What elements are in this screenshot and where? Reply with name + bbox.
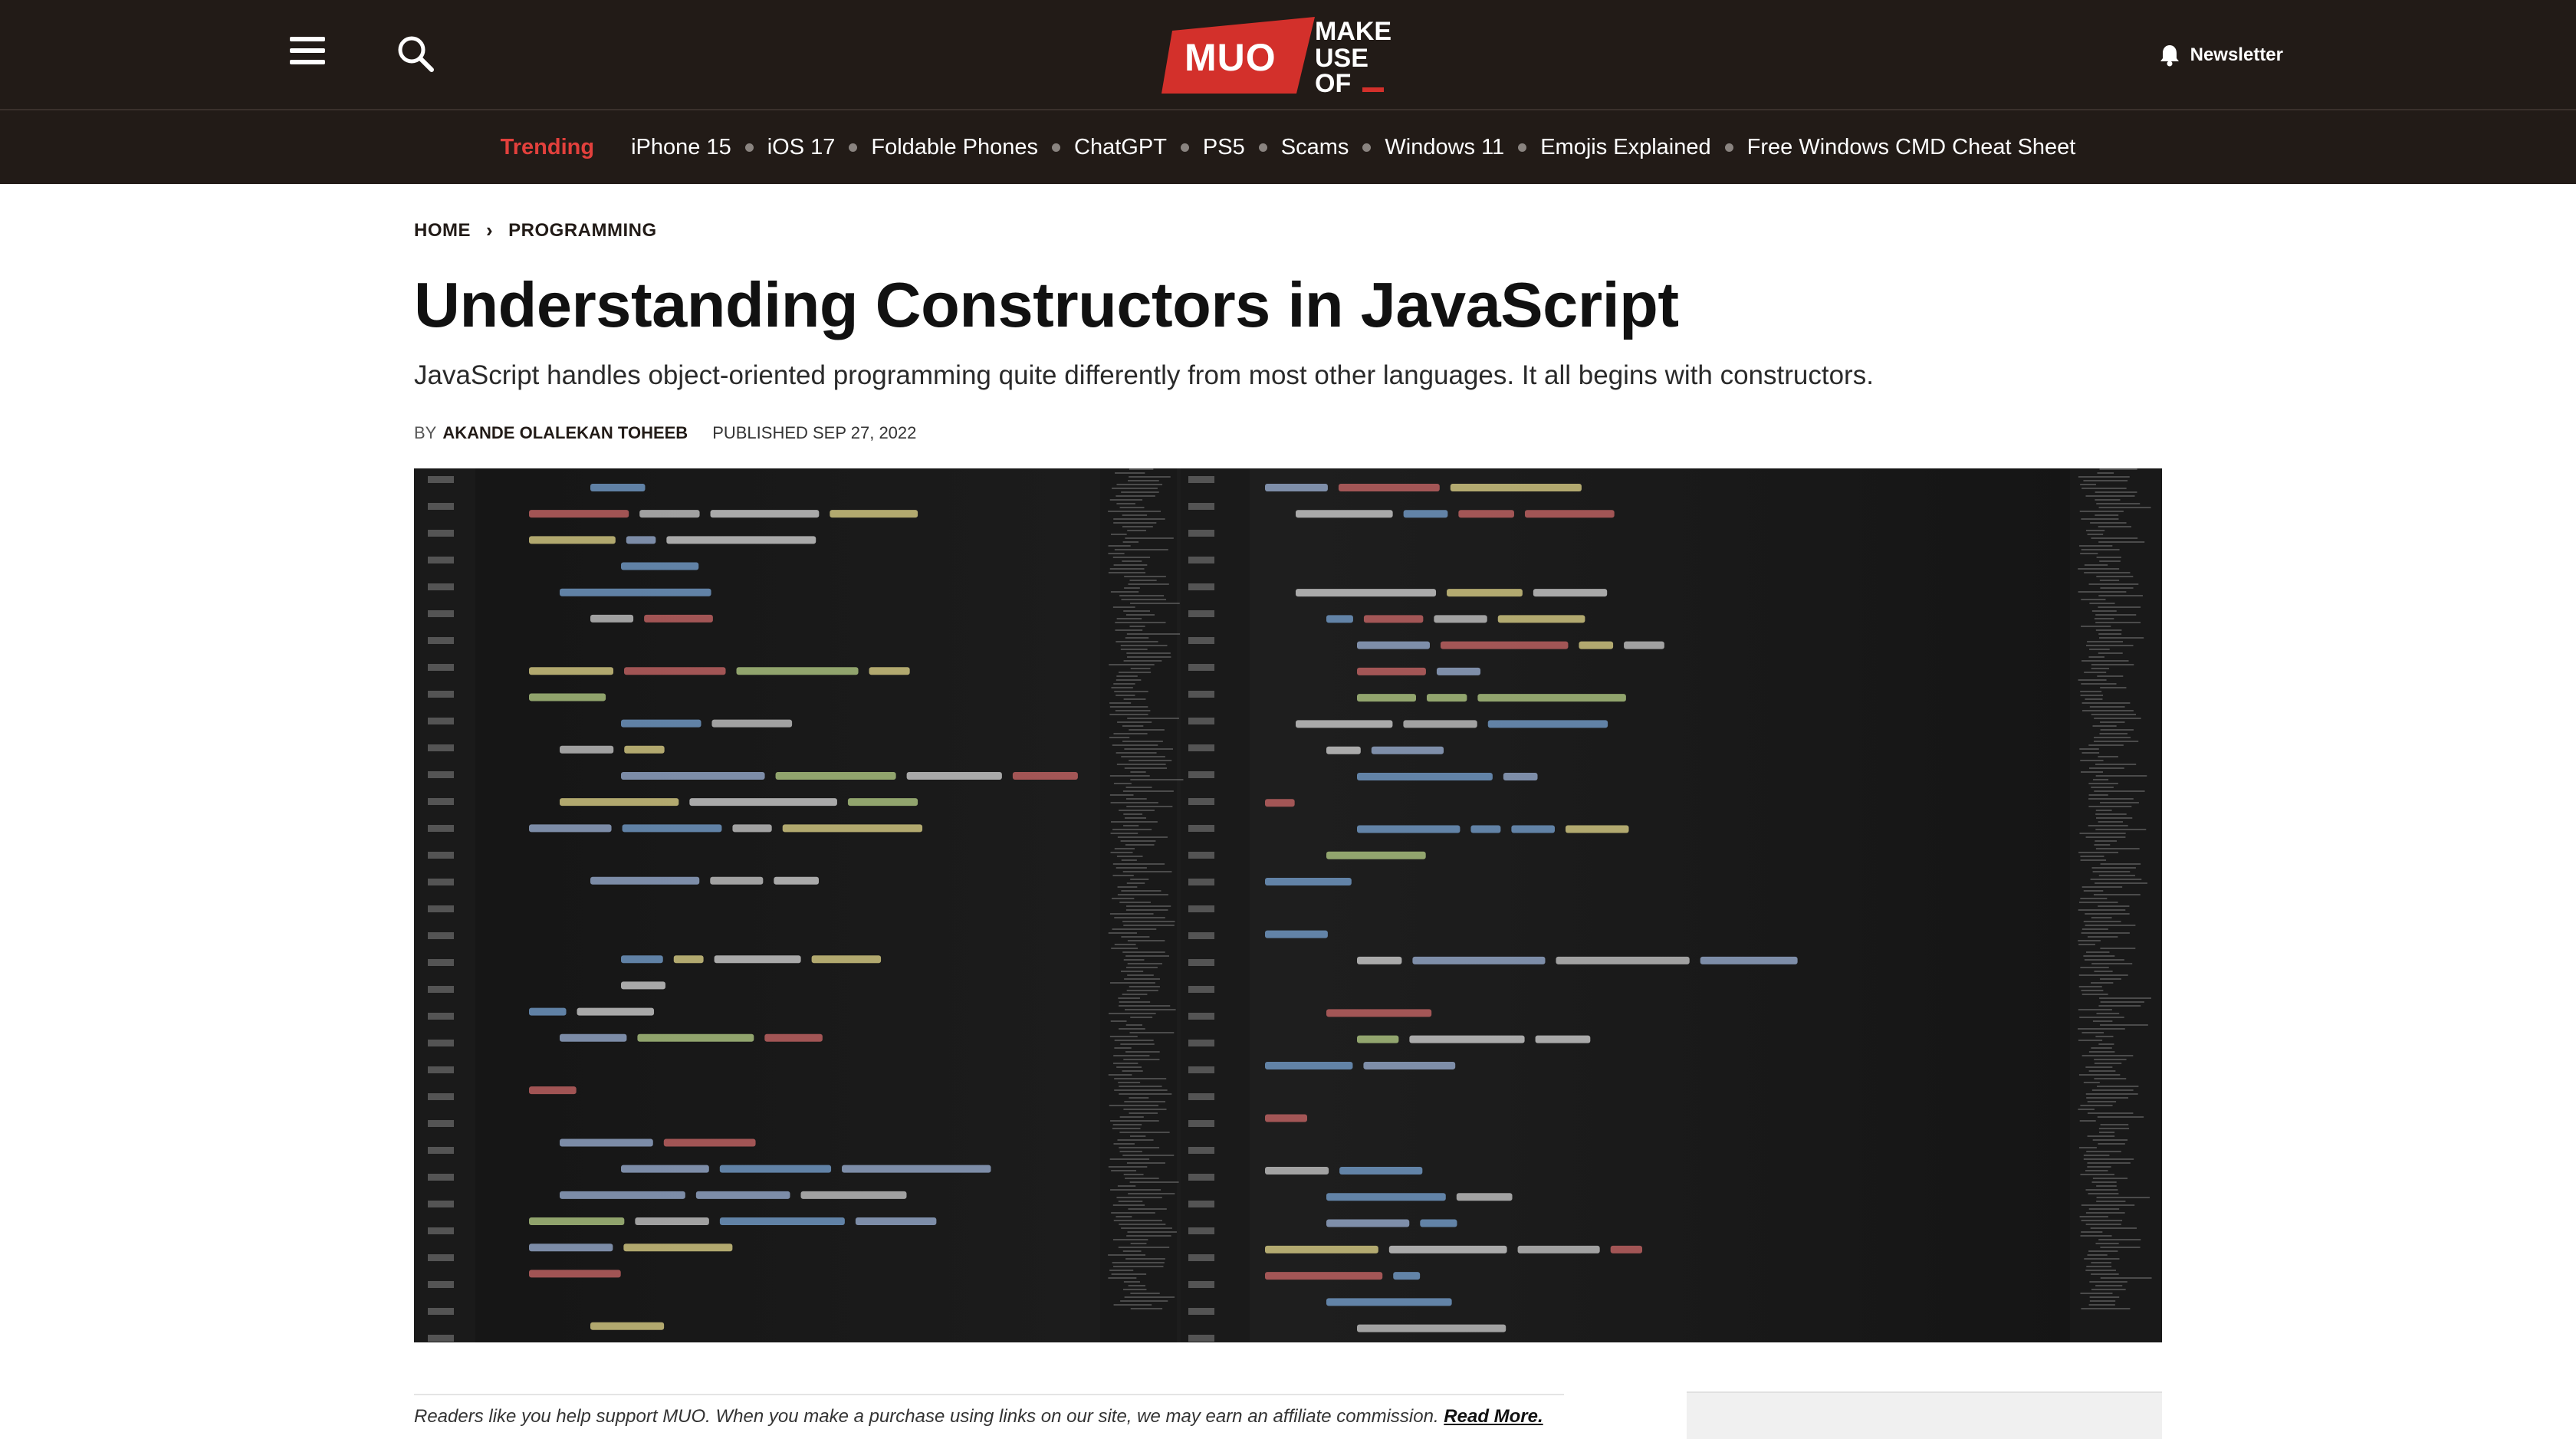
breadcrumb: HOME › PROGRAMMING xyxy=(414,218,657,242)
read-more-link[interactable]: Read More. xyxy=(1444,1406,1543,1427)
logo-muo-text: MUO xyxy=(1184,36,1276,79)
trending-link[interactable]: Foldable Phones xyxy=(871,135,1038,160)
hero-image xyxy=(414,468,2162,1342)
dot-separator xyxy=(1362,143,1372,152)
bell-icon xyxy=(2160,45,2179,67)
trending-bar: Trending iPhone 15 iOS 17 Foldable Phones C… xyxy=(0,110,2576,184)
dot-separator xyxy=(1518,143,1527,152)
trending-link[interactable]: Emojis Explained xyxy=(1540,135,1710,160)
menu-icon[interactable] xyxy=(290,37,325,71)
article-title: Understanding Constructors in JavaScript xyxy=(414,269,1679,340)
breadcrumb-category[interactable]: PROGRAMMING xyxy=(508,220,657,241)
dot-separator xyxy=(1724,143,1733,152)
chevron-right-icon: › xyxy=(486,218,494,241)
trending-link[interactable]: Free Windows CMD Cheat Sheet xyxy=(1747,135,2076,160)
dot-separator xyxy=(849,143,858,152)
trending-label: Trending xyxy=(500,134,595,159)
trending-list: iPhone 15 iOS 17 Foldable Phones ChatGPT PS5… xyxy=(631,135,2075,160)
dot-separator xyxy=(1052,143,1061,152)
newsletter-button[interactable]: Newsletter xyxy=(2160,40,2283,71)
divider xyxy=(414,1394,1564,1395)
trending-link[interactable]: Scams xyxy=(1281,135,1349,160)
disclaimer-text: Readers like you help support MUO. When … xyxy=(414,1406,1444,1427)
trending-link[interactable]: Windows 11 xyxy=(1385,135,1504,160)
article-subtitle: JavaScript handles object-oriented progr… xyxy=(414,360,1874,390)
dot-separator xyxy=(1258,143,1267,152)
logo-line-3: OF xyxy=(1315,69,1351,95)
sidebar-ad xyxy=(1687,1391,2162,1439)
dot-separator xyxy=(1180,143,1189,152)
site-header: MUO MAKE USE OF Newsletter xyxy=(0,0,2576,110)
breadcrumb-home[interactable]: HOME xyxy=(414,220,471,241)
trending-link[interactable]: iOS 17 xyxy=(767,135,836,160)
logo-line-1: MAKE xyxy=(1315,17,1392,46)
search-icon[interactable] xyxy=(396,34,435,74)
trending-link[interactable]: PS5 xyxy=(1203,135,1245,160)
trending-link[interactable]: ChatGPT xyxy=(1074,135,1167,160)
dot-separator xyxy=(744,143,754,152)
byline: BY AKANDE OLALEKAN TOHEEB PUBLISHED SEP … xyxy=(414,423,916,443)
trending-link[interactable]: iPhone 15 xyxy=(631,135,731,160)
newsletter-label: Newsletter xyxy=(2190,44,2283,65)
site-logo[interactable]: MUO MAKE USE OF xyxy=(1162,15,1414,98)
byline-by: BY xyxy=(414,423,437,442)
affiliate-disclaimer: Readers like you help support MUO. When … xyxy=(414,1406,1543,1428)
publish-date: PUBLISHED SEP 27, 2022 xyxy=(712,423,917,442)
author-link[interactable]: AKANDE OLALEKAN TOHEEB xyxy=(442,423,688,443)
